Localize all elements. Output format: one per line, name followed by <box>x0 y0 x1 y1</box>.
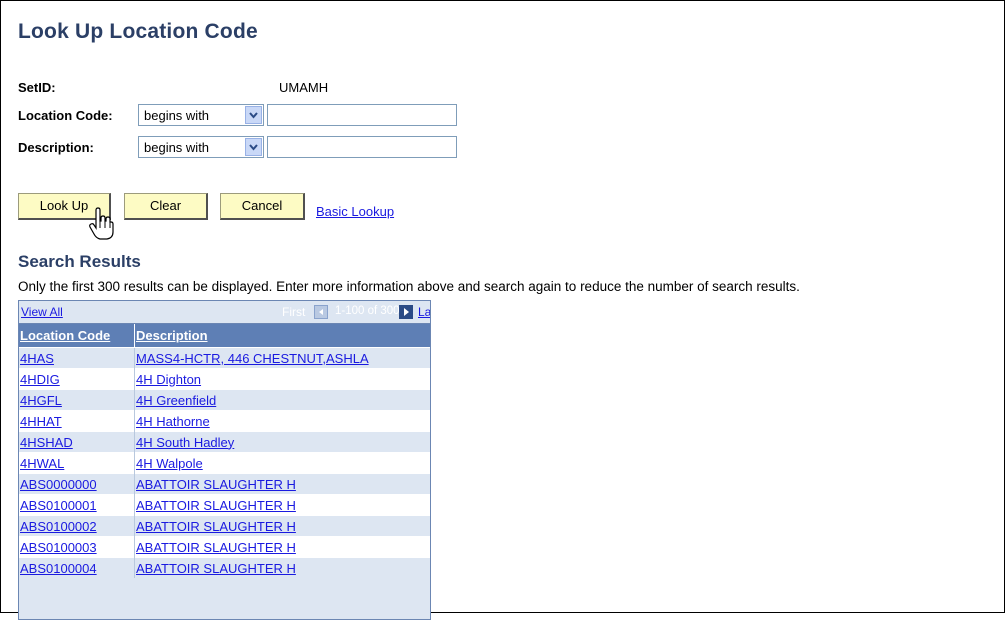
hand-pointer-icon <box>89 207 114 240</box>
description-cell: ABATTOIR SLAUGHTER H <box>134 515 430 537</box>
table-row[interactable]: ABS0000000 ABATTOIR SLAUGHTER H <box>19 473 430 495</box>
description-link[interactable]: ABATTOIR SLAUGHTER H <box>136 540 296 555</box>
description-link[interactable]: ABATTOIR SLAUGHTER H <box>136 519 296 534</box>
table-row[interactable]: 4HWAL 4H Walpole <box>19 452 430 474</box>
last-page-link[interactable]: Last <box>418 305 430 319</box>
view-all-link[interactable]: View All <box>21 305 63 319</box>
location-code-cell: ABS0100001 <box>19 494 135 516</box>
table-row[interactable]: ABS0100004 ABATTOIR SLAUGHTER H <box>19 557 430 578</box>
location-code-label: Location Code: <box>18 108 113 123</box>
description-cell: MASS4-HCTR, 446 CHESTNUT,ASHLA <box>134 347 430 369</box>
cancel-button[interactable]: Cancel <box>220 193 305 220</box>
description-link[interactable]: 4H Hathorne <box>136 414 210 429</box>
location-code-cell: 4HHAT <box>19 410 135 432</box>
table-row[interactable]: ABS0100002 ABATTOIR SLAUGHTER H <box>19 515 430 537</box>
sort-location-code-link[interactable]: Location Code <box>20 328 110 343</box>
description-link[interactable]: MASS4-HCTR, 446 CHESTNUT,ASHLA <box>136 351 369 366</box>
grid-nav-bar: View All First 1-100 of 300 Last <box>19 301 430 324</box>
table-row[interactable]: 4HGFL 4H Greenfield <box>19 389 430 411</box>
location-code-link[interactable]: 4HHAT <box>20 414 62 429</box>
location-code-link[interactable]: 4HDIG <box>20 372 60 387</box>
location-code-link[interactable]: ABS0100003 <box>20 540 97 555</box>
page-title: Look Up Location Code <box>18 20 258 43</box>
location-code-cell: ABS0100003 <box>19 536 135 558</box>
table-header-row: Location Code Description <box>19 324 430 348</box>
sort-description-link[interactable]: Description <box>136 328 208 343</box>
results-limit-note: Only the first 300 results can be displa… <box>18 279 800 294</box>
table-row[interactable]: 4HAS MASS4-HCTR, 446 CHESTNUT,ASHLA <box>19 347 430 369</box>
description-operator-value: begins with <box>144 140 210 155</box>
description-cell: 4H Dighton <box>134 368 430 390</box>
location-code-cell: 4HDIG <box>19 368 135 390</box>
description-link[interactable]: 4H Walpole <box>136 456 203 471</box>
description-cell: ABATTOIR SLAUGHTER H <box>134 557 430 578</box>
location-code-link[interactable]: 4HGFL <box>20 393 62 408</box>
prev-page-icon[interactable] <box>314 305 328 319</box>
results-table: Location Code Description 4HAS MASS4-HCTR… <box>19 324 430 578</box>
chevron-down-icon[interactable] <box>245 138 262 156</box>
clear-button[interactable]: Clear <box>124 193 208 220</box>
column-header-description[interactable]: Description <box>134 324 430 348</box>
location-code-link[interactable]: 4HAS <box>20 351 54 366</box>
table-row[interactable]: 4HSHAD 4H South Hadley <box>19 431 430 453</box>
location-code-operator-select[interactable]: begins with <box>138 104 264 126</box>
description-operator-select[interactable]: begins with <box>138 136 264 158</box>
results-grid: View All First 1-100 of 300 Last Locatio… <box>18 300 431 620</box>
description-cell: ABATTOIR SLAUGHTER H <box>134 494 430 516</box>
description-cell: 4H Walpole <box>134 452 430 474</box>
location-code-cell: ABS0000000 <box>19 473 135 495</box>
location-code-link[interactable]: 4HWAL <box>20 456 64 471</box>
location-code-input[interactable] <box>267 104 457 126</box>
description-cell: ABATTOIR SLAUGHTER H <box>134 473 430 495</box>
description-cell: 4H South Hadley <box>134 431 430 453</box>
description-input[interactable] <box>267 136 457 158</box>
setid-label: SetID: <box>18 80 56 95</box>
column-header-location-code[interactable]: Location Code <box>19 324 135 348</box>
description-link[interactable]: 4H South Hadley <box>136 435 234 450</box>
chevron-down-icon[interactable] <box>245 106 262 124</box>
table-row[interactable]: 4HDIG 4H Dighton <box>19 368 430 390</box>
description-label: Description: <box>18 140 94 155</box>
location-code-cell: 4HWAL <box>19 452 135 474</box>
location-code-cell: ABS0100002 <box>19 515 135 537</box>
location-code-cell: ABS0100004 <box>19 557 135 578</box>
next-page-icon[interactable] <box>399 305 413 319</box>
table-row[interactable]: 4HHAT 4H Hathorne <box>19 410 430 432</box>
location-code-link[interactable]: ABS0100001 <box>20 498 97 513</box>
description-cell: 4H Hathorne <box>134 410 430 432</box>
description-link[interactable]: ABATTOIR SLAUGHTER H <box>136 498 296 513</box>
page-range: 1-100 of 300 <box>335 305 400 317</box>
description-link[interactable]: 4H Greenfield <box>136 393 216 408</box>
location-code-link[interactable]: ABS0000000 <box>20 477 97 492</box>
description-link[interactable]: ABATTOIR SLAUGHTER H <box>136 561 296 576</box>
location-code-cell: 4HGFL <box>19 389 135 411</box>
table-row[interactable]: ABS0100003 ABATTOIR SLAUGHTER H <box>19 536 430 558</box>
description-cell: ABATTOIR SLAUGHTER H <box>134 536 430 558</box>
location-code-link[interactable]: ABS0100004 <box>20 561 97 576</box>
setid-value: UMAMH <box>279 80 329 95</box>
location-code-cell: 4HAS <box>19 347 135 369</box>
location-code-link[interactable]: 4HSHAD <box>20 435 73 450</box>
basic-lookup-link[interactable]: Basic Lookup <box>316 204 394 219</box>
description-cell: 4H Greenfield <box>134 389 430 411</box>
location-code-link[interactable]: ABS0100002 <box>20 519 97 534</box>
search-results-title: Search Results <box>18 252 141 271</box>
first-page-label: First <box>282 305 306 319</box>
location-code-cell: 4HSHAD <box>19 431 135 453</box>
table-row[interactable]: ABS0100001 ABATTOIR SLAUGHTER H <box>19 494 430 516</box>
location-code-operator-value: begins with <box>144 108 210 123</box>
description-link[interactable]: 4H Dighton <box>136 372 201 387</box>
description-link[interactable]: ABATTOIR SLAUGHTER H <box>136 477 296 492</box>
